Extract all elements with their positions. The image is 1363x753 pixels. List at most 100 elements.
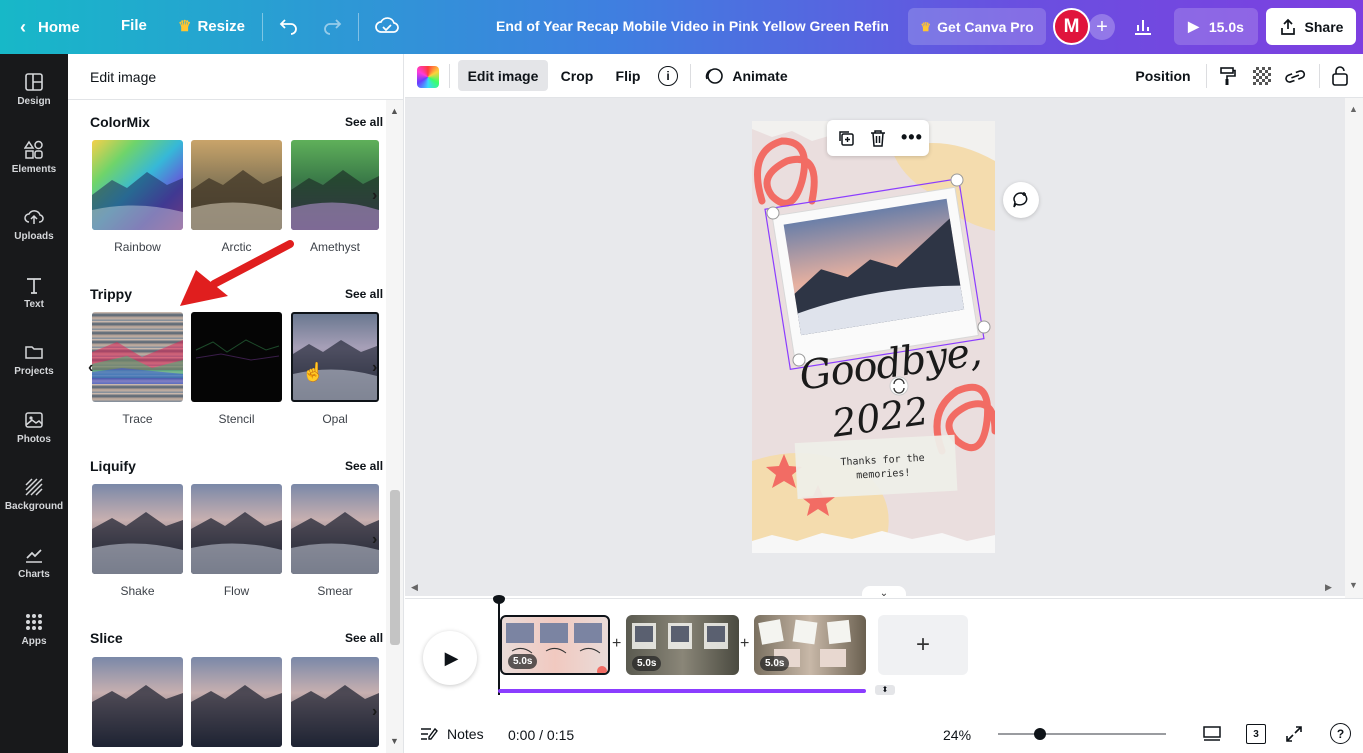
zoom-slider[interactable] bbox=[998, 733, 1166, 735]
timeline-clip-3[interactable]: 5.0s bbox=[754, 615, 866, 675]
rail-item-photos[interactable]: Photos bbox=[0, 396, 68, 458]
effect-label: Amethyst bbox=[309, 240, 360, 254]
more-options-icon[interactable]: ••• bbox=[901, 127, 923, 148]
mountain-image bbox=[191, 170, 282, 230]
info-icon[interactable]: i bbox=[658, 66, 678, 86]
duplicate-icon[interactable] bbox=[837, 129, 855, 150]
rail-item-design[interactable]: Design bbox=[0, 58, 68, 120]
grid-view-icon[interactable] bbox=[1202, 724, 1222, 747]
effect-thumb-arctic[interactable] bbox=[191, 140, 282, 230]
rail-item-background[interactable]: Background bbox=[0, 463, 68, 525]
effect-thumb-trace[interactable] bbox=[92, 312, 183, 402]
effect-thumb-opal[interactable] bbox=[291, 312, 379, 402]
zoom-slider-thumb[interactable] bbox=[1034, 728, 1046, 740]
add-page-button[interactable]: + bbox=[878, 615, 968, 675]
rail-item-elements[interactable]: Elements bbox=[0, 126, 68, 188]
flip-button[interactable]: Flip bbox=[610, 60, 646, 91]
see-all-liquify[interactable]: See all bbox=[345, 459, 383, 473]
page-count-icon[interactable]: 3 bbox=[1246, 724, 1266, 744]
play-icon: ▶ bbox=[444, 647, 459, 668]
effect-thumb-slice-2[interactable] bbox=[191, 657, 282, 747]
trash-icon[interactable] bbox=[869, 129, 887, 150]
undo-icon[interactable] bbox=[279, 15, 299, 38]
document-title[interactable]: End of Year Recap Mobile Video in Pink Y… bbox=[496, 18, 888, 34]
scroll-down-icon[interactable]: ▼ bbox=[1349, 580, 1358, 590]
effect-thumb-shake[interactable] bbox=[92, 484, 183, 574]
canvas-vertical-scrollbar[interactable]: ▲ ▼ bbox=[1345, 98, 1363, 598]
link-icon[interactable] bbox=[1284, 66, 1306, 89]
effect-thumb-stencil[interactable] bbox=[191, 312, 282, 402]
transparency-icon[interactable] bbox=[1253, 67, 1271, 85]
design-page[interactable]: Goodbye, 2022 Thanks for the memories! bbox=[752, 121, 995, 553]
see-all-trippy[interactable]: See all bbox=[345, 287, 383, 301]
add-transition-icon[interactable]: + bbox=[612, 635, 621, 653]
color-picker-icon[interactable] bbox=[417, 66, 439, 88]
rail-item-charts[interactable]: Charts bbox=[0, 531, 68, 593]
timeline-clip-2[interactable]: 5.0s bbox=[626, 615, 739, 675]
projects-icon bbox=[25, 345, 43, 359]
help-icon[interactable]: ? bbox=[1330, 723, 1351, 744]
rail-item-uploads[interactable]: Uploads bbox=[0, 193, 68, 255]
scroll-up-icon[interactable]: ▲ bbox=[390, 106, 399, 116]
rail-item-text[interactable]: Text bbox=[0, 261, 68, 323]
share-button[interactable]: Share bbox=[1266, 8, 1356, 45]
see-all-slice[interactable]: See all bbox=[345, 631, 383, 645]
divider bbox=[690, 64, 691, 88]
scroll-left-icon[interactable]: ◀ bbox=[411, 582, 418, 593]
effect-thumb-amethyst[interactable] bbox=[291, 140, 379, 230]
stencil-image bbox=[195, 339, 280, 361]
position-button[interactable]: Position bbox=[1129, 60, 1197, 91]
rail-item-projects[interactable]: Projects bbox=[0, 328, 68, 390]
chevron-right-icon[interactable]: › bbox=[372, 187, 377, 205]
get-canva-pro-button[interactable]: ♛ Get Canva Pro bbox=[908, 8, 1046, 45]
notes-button[interactable]: Notes bbox=[419, 725, 484, 743]
divider bbox=[1206, 64, 1207, 88]
section-title-slice: Slice bbox=[90, 630, 123, 646]
present-button[interactable]: ▶ 15.0s bbox=[1174, 8, 1258, 45]
effect-thumb-slice-1[interactable] bbox=[92, 657, 183, 747]
redo-icon[interactable] bbox=[322, 15, 342, 38]
chevron-right-icon[interactable]: › bbox=[372, 359, 377, 377]
see-all-colormix[interactable]: See all bbox=[345, 115, 383, 129]
photos-icon bbox=[25, 411, 43, 428]
scroll-up-icon[interactable]: ▲ bbox=[1349, 104, 1358, 114]
timeline-clip-1[interactable]: 5.0s bbox=[500, 615, 610, 675]
playhead-handle[interactable] bbox=[493, 595, 505, 604]
rail-item-apps[interactable]: Apps bbox=[0, 598, 68, 660]
panel-scrollbar[interactable]: ▲ ▼ bbox=[386, 100, 403, 753]
effect-thumb-flow[interactable] bbox=[191, 484, 282, 574]
paint-roller-icon[interactable] bbox=[1219, 66, 1237, 89]
resize-button[interactable]: ♛ Resize bbox=[178, 17, 245, 36]
audio-handle-icon[interactable]: ⬍ bbox=[875, 685, 895, 695]
insights-icon[interactable] bbox=[1131, 14, 1155, 41]
home-button[interactable]: ‹ Home bbox=[20, 17, 80, 38]
avatar[interactable]: M bbox=[1053, 8, 1090, 45]
chevron-left-icon[interactable]: ‹ bbox=[88, 359, 93, 377]
add-collaborator-icon[interactable]: + bbox=[1089, 14, 1115, 40]
zoom-level[interactable]: 24% bbox=[943, 727, 971, 743]
effect-thumb-slice-3[interactable] bbox=[291, 657, 379, 747]
play-button[interactable]: ▶ bbox=[423, 631, 477, 685]
divider bbox=[1319, 64, 1320, 88]
side-rail: Design Elements Uploads Text Projects Ph… bbox=[0, 54, 68, 753]
chevron-right-icon[interactable]: › bbox=[372, 703, 377, 721]
add-transition-icon[interactable]: + bbox=[740, 635, 749, 653]
add-comment-icon[interactable] bbox=[1003, 182, 1039, 218]
effect-thumb-rainbow[interactable] bbox=[92, 140, 183, 230]
scroll-down-icon[interactable]: ▼ bbox=[390, 736, 399, 746]
effect-thumb-smear[interactable] bbox=[291, 484, 379, 574]
edit-image-button[interactable]: Edit image bbox=[458, 60, 548, 91]
fullscreen-icon[interactable] bbox=[1284, 724, 1304, 747]
notes-icon bbox=[421, 727, 438, 740]
elements-icon bbox=[24, 140, 43, 159]
uploads-icon bbox=[24, 209, 44, 224]
cloud-saved-icon[interactable] bbox=[375, 15, 399, 40]
animate-button[interactable]: Animate bbox=[703, 60, 789, 91]
crop-button[interactable]: Crop bbox=[556, 60, 598, 91]
lock-icon[interactable] bbox=[1331, 65, 1349, 90]
scroll-thumb[interactable] bbox=[390, 490, 400, 645]
chevron-right-icon[interactable]: › bbox=[372, 531, 377, 549]
scroll-right-icon[interactable]: ▶ bbox=[1325, 582, 1332, 593]
file-menu[interactable]: File bbox=[121, 17, 147, 34]
divider bbox=[358, 13, 359, 41]
